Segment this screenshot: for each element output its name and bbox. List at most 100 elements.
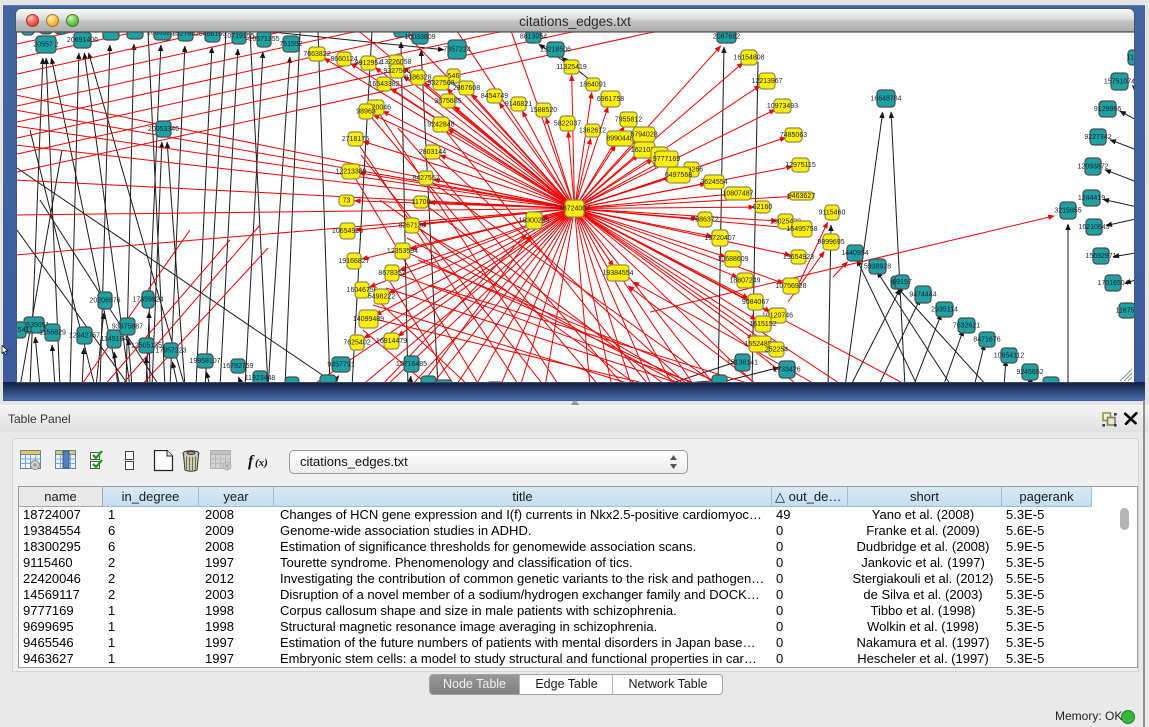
svg-text:116753: 116753 <box>1116 308 1134 315</box>
svg-text:10973493: 10973493 <box>767 103 798 110</box>
svg-text:751552: 751552 <box>279 41 302 48</box>
svg-text:15716485: 15716485 <box>396 361 427 368</box>
svg-text:14099489: 14099489 <box>353 316 384 323</box>
svg-text:20557 2: 20557 2 <box>33 42 58 49</box>
svg-text:5498222: 5498222 <box>368 294 395 301</box>
svg-text:8912954: 8912954 <box>355 60 382 67</box>
svg-text:7663822: 7663822 <box>303 51 330 58</box>
svg-text:6497568: 6497568 <box>665 172 692 179</box>
svg-text:19166827: 19166827 <box>338 258 369 265</box>
svg-text:12975115: 12975115 <box>785 162 816 169</box>
svg-text:10654112: 10654112 <box>994 353 1025 360</box>
svg-text:16782759: 16782759 <box>222 363 253 370</box>
svg-text:15720407: 15720407 <box>704 235 735 242</box>
svg-text:9899695: 9899695 <box>817 239 844 246</box>
svg-text:12353594: 12353594 <box>387 248 418 255</box>
svg-text:9115460: 9115460 <box>819 210 846 217</box>
svg-text:7632621: 7632621 <box>953 323 980 330</box>
svg-text:8660124: 8660124 <box>330 56 357 63</box>
svg-text:62160: 62160 <box>753 204 773 211</box>
svg-text:17016504: 17016504 <box>1097 280 1128 287</box>
svg-text:9242848: 9242848 <box>427 122 454 129</box>
svg-text:7986372: 7986372 <box>691 217 718 224</box>
svg-text:69197: 69197 <box>892 279 912 286</box>
svg-text:16033809: 16033809 <box>404 34 435 41</box>
svg-text:20206576: 20206576 <box>89 298 120 305</box>
svg-text:2087682: 2087682 <box>713 34 740 41</box>
svg-text:9146821: 9146821 <box>505 101 532 108</box>
svg-text:f: f <box>248 453 255 470</box>
svg-text:1527602: 1527602 <box>172 31 199 38</box>
svg-text:16914479: 16914479 <box>376 338 407 345</box>
svg-text:16648784: 16648784 <box>870 96 901 103</box>
svg-text:9245652: 9245652 <box>1016 369 1043 376</box>
svg-text:252254: 252254 <box>765 347 788 354</box>
svg-text:3675685: 3675685 <box>434 98 461 105</box>
svg-text:6961758: 6961758 <box>597 96 624 103</box>
svg-text:9474444: 9474444 <box>909 292 936 299</box>
svg-text:9327508: 9327508 <box>427 80 454 87</box>
svg-text:93975887: 93975887 <box>112 324 143 331</box>
svg-text:1156829: 1156829 <box>39 330 66 337</box>
svg-text:16671355: 16671355 <box>248 36 279 43</box>
svg-text:7955812: 7955812 <box>615 117 642 124</box>
svg-text:15495758: 15495758 <box>786 226 817 233</box>
svg-text:15136141: 15136141 <box>727 360 758 367</box>
svg-text:7485063: 7485063 <box>780 132 807 139</box>
svg-text:3915411: 3915411 <box>17 327 33 334</box>
svg-text:6466160: 6466160 <box>199 31 226 38</box>
svg-text:16154808: 16154808 <box>733 55 764 62</box>
svg-text:18300295: 18300295 <box>518 218 549 225</box>
svg-text:1440954: 1440954 <box>841 250 868 257</box>
svg-text:10756928: 10756928 <box>775 283 806 290</box>
svg-text:20691406: 20691406 <box>67 37 98 44</box>
svg-text:8427552: 8427552 <box>412 175 439 182</box>
svg-text:9129966: 9129966 <box>1094 106 1121 113</box>
svg-text:2935114: 2935114 <box>931 307 958 314</box>
svg-text:10654925: 10654925 <box>332 228 363 235</box>
svg-text:18724007: 18724007 <box>559 206 590 213</box>
svg-text:1588520: 1588520 <box>530 107 557 114</box>
svg-text:12213389: 12213389 <box>335 169 366 176</box>
svg-text:19218506: 19218506 <box>540 47 571 54</box>
svg-text:8267130: 8267130 <box>398 223 425 230</box>
svg-text:19384554: 19384554 <box>602 270 633 277</box>
svg-text:12093872: 12093872 <box>1077 164 1108 171</box>
svg-text:5822037: 5822037 <box>554 121 581 128</box>
svg-text:2803144: 2803144 <box>419 149 446 156</box>
svg-text:3215955: 3215955 <box>1054 208 1081 215</box>
svg-text:15751074: 15751074 <box>1104 79 1134 86</box>
svg-text:16543382: 16543382 <box>368 81 399 88</box>
svg-text:19958107: 19958107 <box>189 358 220 365</box>
svg-text:73: 73 <box>343 198 351 205</box>
svg-text:6794028: 6794028 <box>630 132 657 139</box>
svg-text:1864091: 1864091 <box>579 82 606 89</box>
svg-text:9084067: 9084067 <box>742 299 769 306</box>
svg-text:98963: 98963 <box>356 109 376 116</box>
svg-text:111: 111 <box>1127 55 1134 62</box>
svg-text:8454749: 8454749 <box>481 93 508 100</box>
svg-text:19654923: 19654923 <box>783 254 814 261</box>
svg-text:9457791: 9457791 <box>327 362 354 369</box>
svg-text:10688609: 10688609 <box>717 256 748 263</box>
svg-text:11325419: 11325419 <box>556 64 587 71</box>
svg-text:17957223: 17957223 <box>155 348 186 355</box>
svg-text:12942757: 12942757 <box>69 333 100 340</box>
svg-text:(x): (x) <box>255 457 268 469</box>
svg-text:8678352: 8678352 <box>378 270 405 277</box>
svg-text:16210643: 16210643 <box>1078 224 1109 231</box>
svg-text:11923448: 11923448 <box>245 375 276 382</box>
svg-text:9463627: 9463627 <box>788 193 815 200</box>
svg-text:7625402: 7625402 <box>343 340 370 347</box>
svg-text:1733426: 1733426 <box>773 367 800 374</box>
svg-text:20053346: 20053346 <box>148 126 179 133</box>
svg-text:7357224: 7357224 <box>443 47 470 54</box>
svg-text:2367608: 2367608 <box>453 85 480 92</box>
svg-text:1362612: 1362612 <box>579 128 606 135</box>
svg-text:1244419: 1244419 <box>1078 195 1105 202</box>
svg-text:17359924: 17359924 <box>132 297 163 304</box>
svg-text:18807249: 18807249 <box>729 278 760 285</box>
svg-text:2718176: 2718176 <box>342 136 369 143</box>
svg-text:11700: 11700 <box>412 199 431 206</box>
svg-text:10807487: 10807487 <box>722 191 753 198</box>
